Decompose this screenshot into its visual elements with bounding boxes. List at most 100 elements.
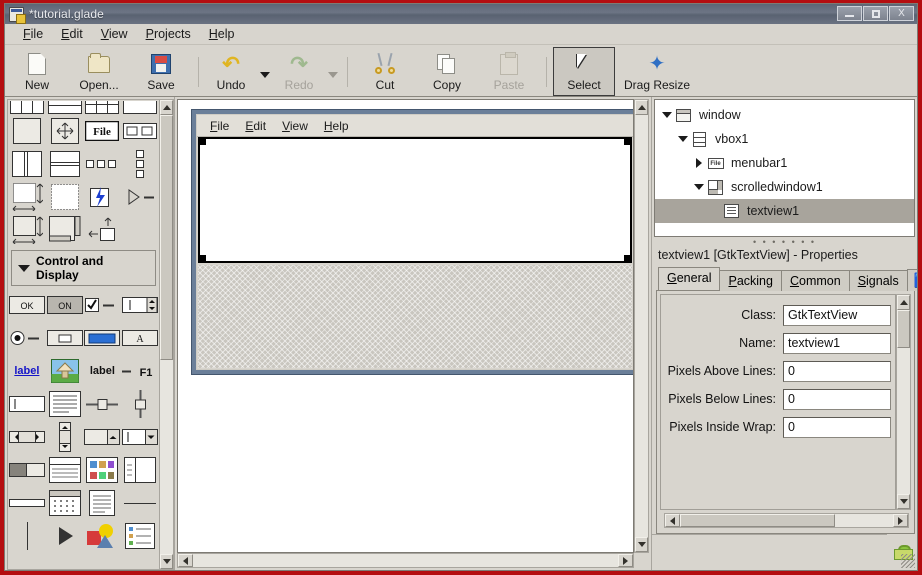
menu-item-projects[interactable]: Projects [138, 25, 199, 43]
selection-handle-bottom-right[interactable] [624, 255, 631, 262]
palette-item-hseparator-line[interactable] [121, 486, 159, 519]
tree-row-menubar1[interactable]: File menubar1 [655, 151, 914, 175]
menu-item-edit[interactable]: Edit [53, 25, 91, 43]
toolbar-button-undo[interactable]: ↶ Undo [205, 47, 257, 96]
minimize-button[interactable] [837, 6, 862, 21]
selection-handle-bottom-left[interactable] [199, 255, 206, 262]
resize-grip[interactable] [901, 554, 915, 568]
canvas-horizontal-scrollbar[interactable] [177, 553, 634, 568]
toolbar-button-redo[interactable]: ↷ Redo [273, 47, 325, 96]
canvas-scroll-up-button[interactable] [635, 100, 648, 115]
tree-row-vbox1[interactable]: vbox1 [655, 127, 914, 151]
mock-menu-item-view[interactable]: View [275, 118, 315, 134]
tab-general[interactable]: General [658, 267, 721, 290]
mock-menu-item-help[interactable]: Help [317, 118, 356, 134]
mock-menu-item-edit[interactable]: Edit [238, 118, 273, 134]
redo-dropdown-arrow-icon[interactable] [325, 47, 341, 96]
close-button[interactable]: X [889, 6, 914, 21]
palette-item-vtoolbar[interactable] [121, 147, 159, 180]
undo-dropdown-arrow-icon[interactable] [257, 47, 273, 96]
palette-item-frame[interactable] [121, 100, 159, 114]
palette-item-hscale[interactable] [84, 387, 122, 420]
palette-item-toggle-button[interactable]: ON [46, 288, 84, 321]
palette-item-list-view[interactable] [121, 453, 159, 486]
toolbar-button-save[interactable]: Save [130, 47, 192, 96]
palette-item-color-button[interactable] [84, 321, 122, 354]
widget-tree[interactable]: window vbox1 File menubar1 scrolledwindo… [654, 99, 915, 237]
palette-item-hscrollbar[interactable] [8, 420, 46, 453]
tab-accessibility[interactable]: ♿ [906, 269, 917, 291]
palette-item-text-view[interactable] [46, 387, 84, 420]
palette-item-size-group[interactable] [84, 213, 122, 246]
palette-item-vscrollbar[interactable] [46, 420, 84, 453]
palette-item-vseparator[interactable] [8, 519, 46, 552]
expander-expanded-icon[interactable] [691, 184, 707, 190]
palette-item-progress-bar[interactable] [8, 453, 46, 486]
palette-item-alignment[interactable] [46, 114, 84, 147]
palette-item-link-button[interactable]: label [8, 354, 46, 387]
property-value-pixels-below-lines[interactable]: 0 [783, 388, 891, 410]
tab-common[interactable]: Common [780, 270, 850, 291]
palette-item-button[interactable]: OK [8, 288, 46, 321]
palette-item-font-button[interactable]: A [121, 321, 159, 354]
palette-item-viewport[interactable] [46, 180, 84, 213]
canvas-scroll-left-button[interactable] [178, 554, 193, 567]
palette-item-drawing-area[interactable] [84, 519, 122, 552]
properties-scroll-right-button[interactable] [893, 514, 908, 527]
canvas-scroll-v-trough[interactable] [635, 115, 648, 537]
property-value-pixels-inside-wrap[interactable]: 0 [783, 416, 891, 438]
property-value-pixels-above-lines[interactable]: 0 [783, 360, 891, 382]
palette-item-icon-list[interactable] [121, 519, 159, 552]
palette-item-check-button[interactable] [84, 288, 122, 321]
pane-splitter-handle[interactable]: • • • • • • • [652, 237, 917, 247]
property-value-class[interactable]: GtkTextView [783, 304, 891, 326]
property-value-name[interactable]: textview1 [783, 332, 891, 354]
properties-hscroll-thumb[interactable] [680, 514, 835, 527]
palette-item-combo-box-entry[interactable] [121, 420, 159, 453]
expander-expanded-icon[interactable] [659, 112, 675, 118]
properties-scroll-left-button[interactable] [665, 514, 680, 527]
toolbar-button-drag-resize[interactable]: ✦ Drag Resize [615, 47, 699, 96]
toolbar-button-copy[interactable]: Copy [416, 47, 478, 96]
maximize-button[interactable] [863, 6, 888, 21]
mock-window[interactable]: File Edit View Help [191, 109, 633, 375]
properties-scroll-up-button[interactable] [897, 295, 910, 310]
palette-item-file-chooser-button[interactable] [46, 321, 84, 354]
properties-horizontal-scrollbar[interactable] [664, 513, 909, 528]
mock-menu-item-file[interactable]: File [203, 118, 236, 134]
canvas-scroll-h-trough[interactable] [193, 554, 618, 567]
palette-item-hpaned[interactable] [8, 147, 46, 180]
palette-item-radio-button[interactable] [8, 321, 46, 354]
palette-item-arrow[interactable] [46, 519, 84, 552]
palette-item-hbox[interactable] [8, 100, 46, 114]
palette-item-label[interactable]: label [84, 354, 122, 387]
palette-item-spin-button[interactable] [121, 288, 159, 321]
expander-expanded-icon[interactable] [675, 136, 691, 142]
palette-item-combo-box[interactable] [84, 420, 122, 453]
design-canvas[interactable]: File Edit View Help [177, 99, 634, 553]
palette-item-horizontal-separator[interactable] [8, 486, 46, 519]
palette-scroll-thumb[interactable] [160, 115, 173, 360]
palette-scroll-up-button[interactable] [160, 100, 173, 115]
palette-scroll-trough[interactable] [160, 115, 173, 554]
palette-scroll-down-button[interactable] [160, 554, 173, 569]
selection-handle-top-left[interactable] [199, 138, 206, 145]
palette-item-hbutton-box[interactable] [121, 114, 159, 147]
tab-signals[interactable]: Signals [848, 270, 908, 291]
mock-textview-selected[interactable] [198, 137, 632, 263]
palette-group-control-and-display[interactable]: Control and Display [11, 250, 157, 286]
palette-item-expander[interactable] [121, 180, 159, 213]
selection-handle-top-right[interactable] [624, 138, 631, 145]
palette-item-layout[interactable] [46, 213, 84, 246]
toolbar-button-select[interactable]: Select [553, 47, 615, 96]
canvas-scroll-right-button[interactable] [618, 554, 633, 567]
toolbar-button-open[interactable]: Open... [68, 47, 130, 96]
palette-item-vscale[interactable] [121, 387, 159, 420]
properties-scroll-h-trough[interactable] [680, 514, 893, 527]
properties-scroll-thumb[interactable] [897, 310, 910, 348]
menu-item-view[interactable]: View [93, 25, 136, 43]
palette-item-image[interactable] [46, 354, 84, 387]
menu-item-file[interactable]: File [15, 25, 51, 43]
properties-scroll-down-button[interactable] [897, 494, 910, 509]
palette-item-fixed[interactable] [8, 114, 46, 147]
